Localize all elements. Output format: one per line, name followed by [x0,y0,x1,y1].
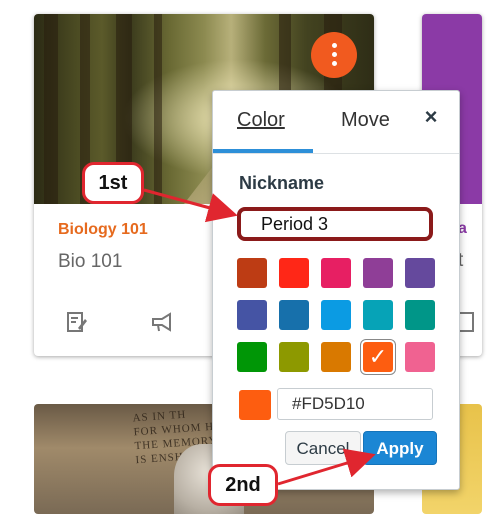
tab-move[interactable]: Move [341,109,390,132]
tab-color[interactable]: Color [237,109,285,132]
color-swatch[interactable] [237,258,267,288]
checkmark-icon: ✓ [368,344,388,369]
color-swatch[interactable] [321,342,351,372]
tab-divider [213,153,459,154]
color-swatch[interactable] [321,300,351,330]
cancel-button[interactable]: Cancel [285,431,361,465]
hex-color-input[interactable]: #FD5D10 [277,388,433,420]
annotation-step-2: 2nd [208,464,278,506]
color-preview-swatch [239,390,271,420]
color-swatch[interactable]: ✓ [363,342,393,372]
course-name-link[interactable]: Biology 101 [58,221,148,239]
color-swatch[interactable] [363,300,393,330]
color-swatch[interactable] [279,300,309,330]
card-options-button[interactable] [311,32,357,78]
announcements-icon[interactable] [149,310,175,336]
course-code: Bio 101 [58,251,123,272]
card-settings-popover: Color Move × Nickname Period 3 ✓ #FD5D10… [212,90,460,490]
color-swatch[interactable] [405,300,435,330]
color-swatch[interactable] [363,258,393,288]
color-swatch[interactable] [405,258,435,288]
color-swatch[interactable] [321,258,351,288]
color-swatch[interactable] [279,342,309,372]
apply-button[interactable]: Apply [363,431,437,465]
color-swatch[interactable] [405,342,435,372]
annotation-step-1: 1st [82,162,144,204]
close-icon[interactable]: × [419,103,443,131]
color-swatch[interactable] [237,342,267,372]
nickname-input[interactable]: Period 3 [237,207,433,241]
assignments-icon[interactable] [64,310,90,336]
color-swatch[interactable] [279,258,309,288]
color-swatch[interactable] [237,300,267,330]
nickname-label: Nickname [239,173,325,193]
